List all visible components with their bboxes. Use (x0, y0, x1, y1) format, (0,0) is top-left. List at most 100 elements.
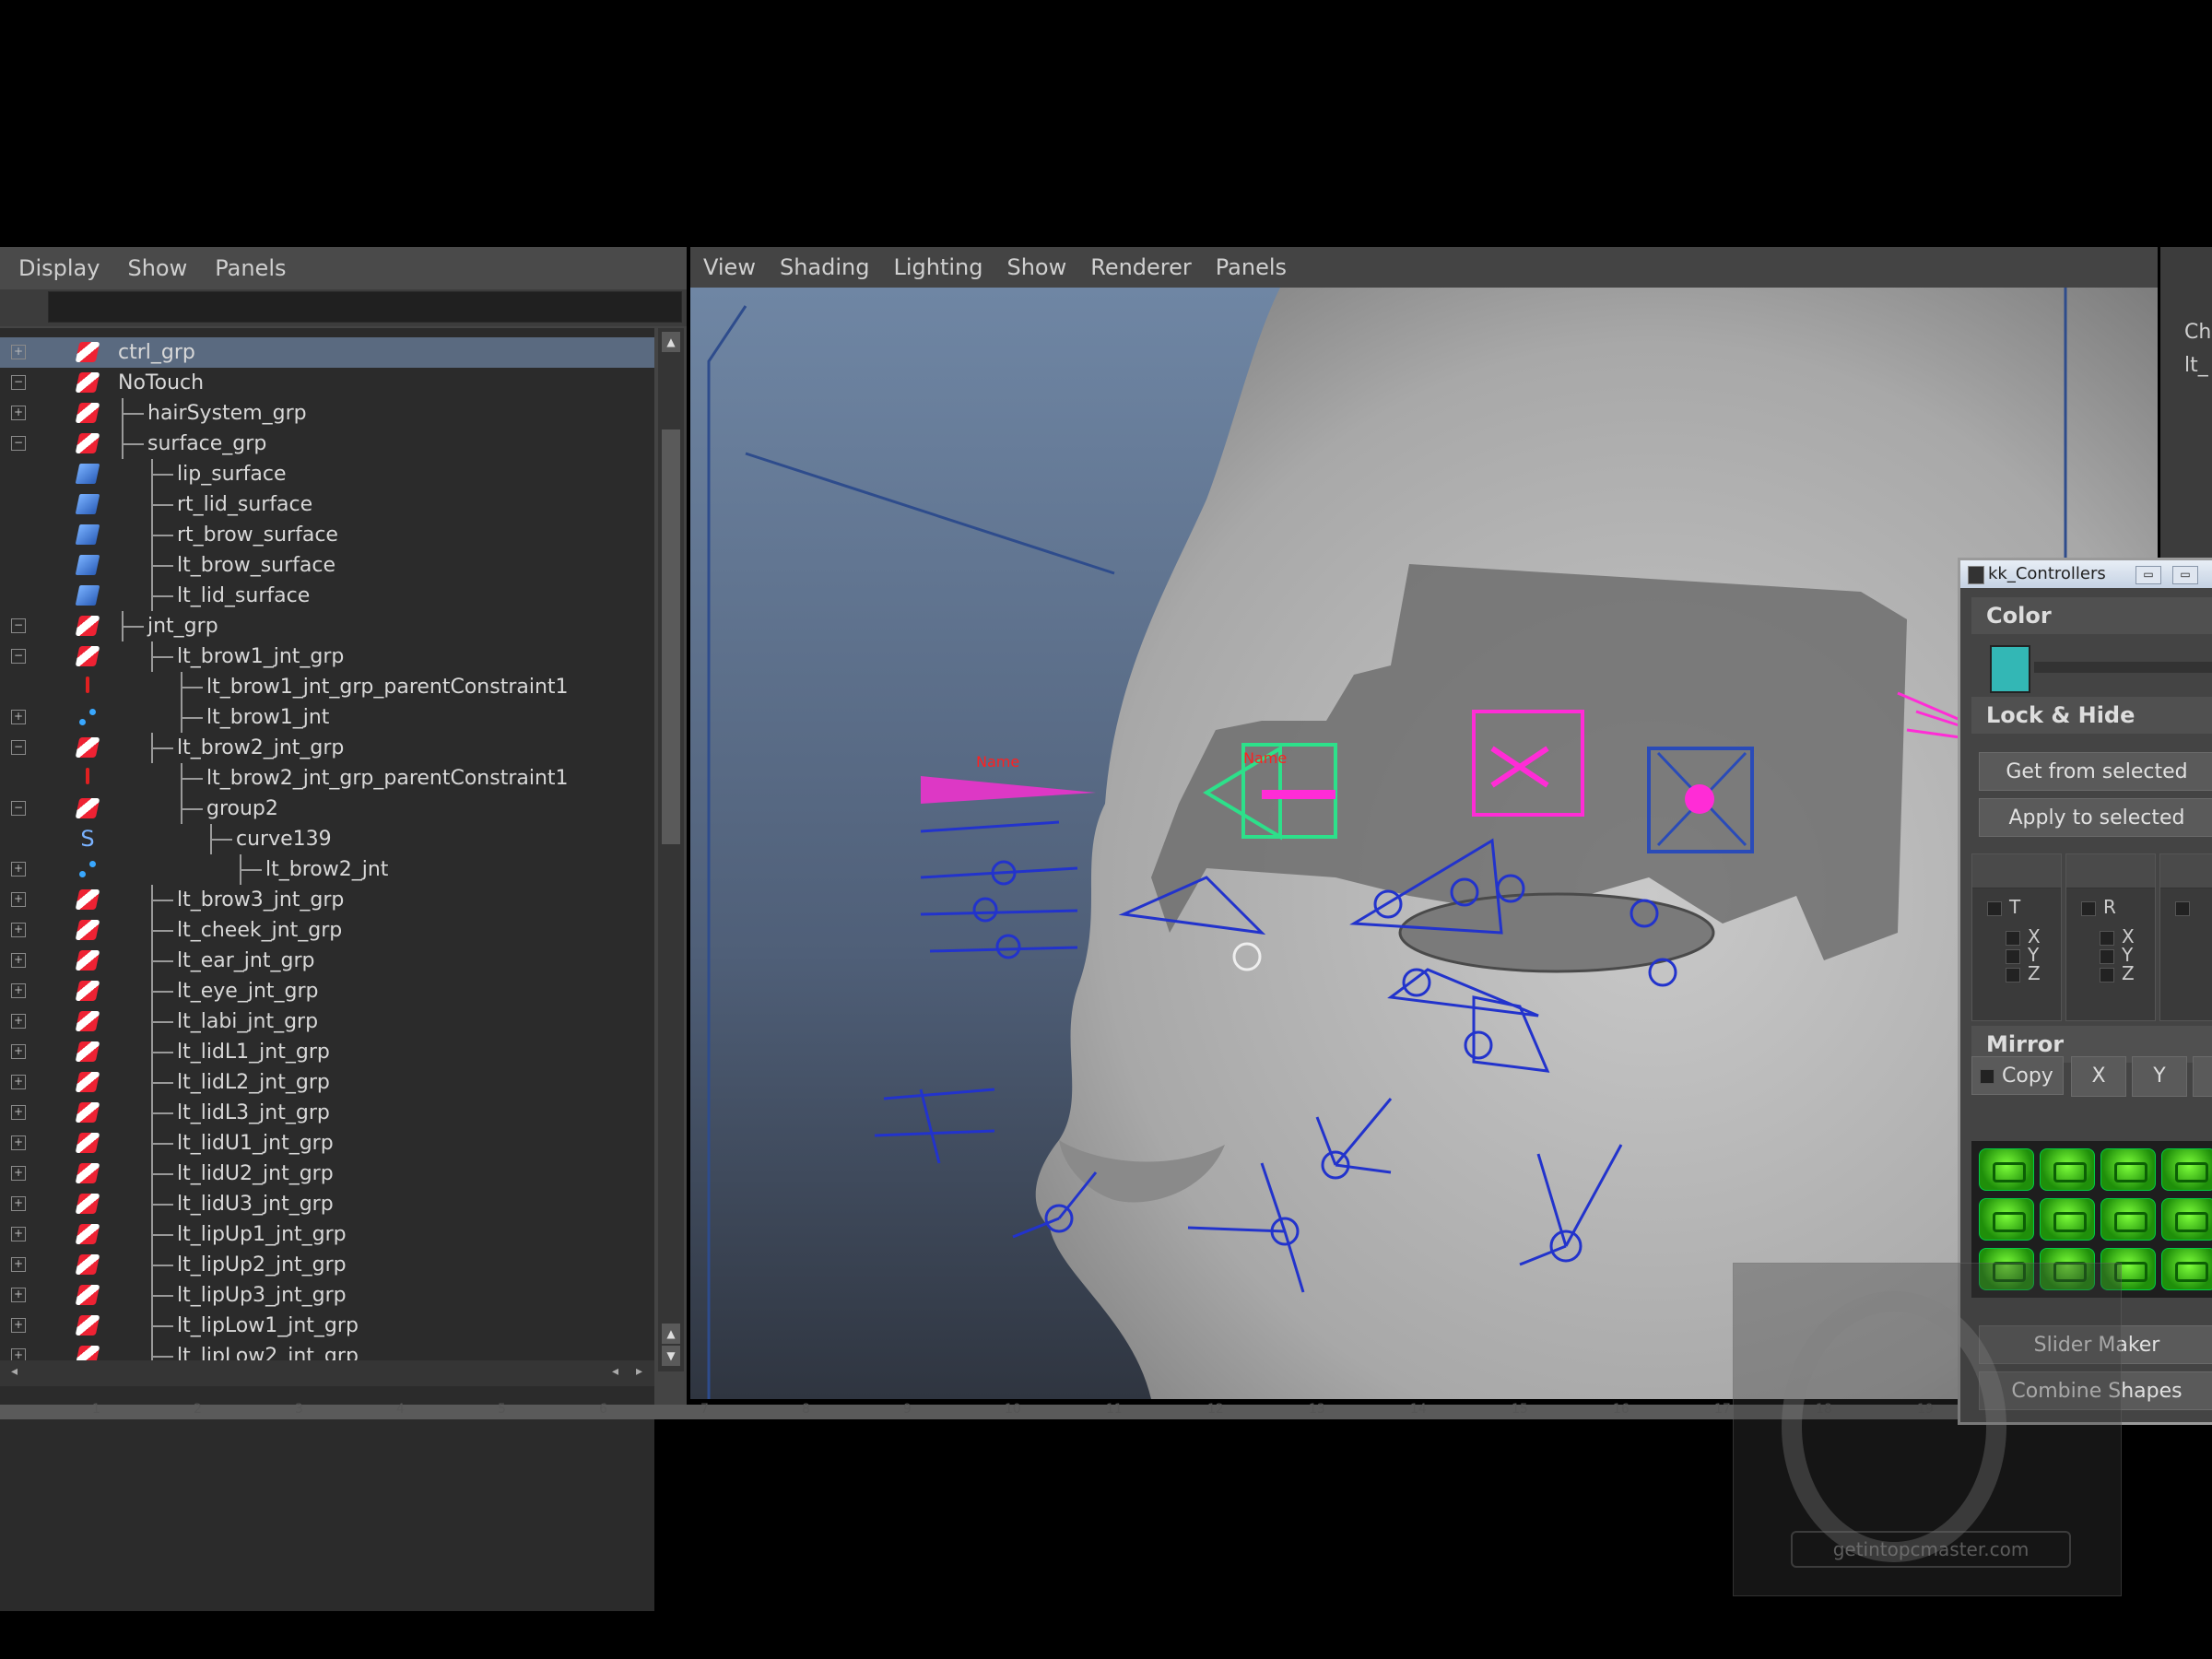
outliner-item[interactable]: Scurve139 (0, 824, 654, 854)
outliner-item[interactable]: − surface_grp (0, 429, 654, 459)
scroll-up-arrow-icon[interactable]: ▲ (662, 332, 680, 352)
outliner-item[interactable]: rt_brow_surface (0, 520, 654, 550)
outliner-item[interactable]: + lt_lidU3_jnt_grp (0, 1189, 654, 1219)
outliner-item[interactable]: + lt_lipLow1_jnt_grp (0, 1311, 654, 1341)
outliner-item[interactable]: lip_surface (0, 459, 654, 489)
outliner-menu-display[interactable]: Display (18, 255, 100, 281)
expand-icon[interactable]: + (11, 1227, 26, 1241)
outliner-item[interactable]: rt_lid_surface (0, 489, 654, 520)
outliner-item[interactable]: + lt_lipUp2_jnt_grp (0, 1250, 654, 1280)
outliner-menu-panels[interactable]: Panels (215, 255, 286, 281)
outliner-item[interactable]: lt_brow1_jnt_grp_parentConstraint1 (0, 672, 654, 702)
expand-icon[interactable]: + (11, 1044, 26, 1059)
outliner-vertical-scrollbar[interactable]: ▲ ▲ ▼ (658, 328, 684, 1371)
expand-icon[interactable]: + (11, 1196, 26, 1211)
mirror-y-button[interactable]: Y (2132, 1056, 2187, 1097)
get-from-selected-button[interactable]: Get from selected (1979, 752, 2212, 791)
outliner-item[interactable]: + lt_brow1_jnt (0, 702, 654, 733)
outliner-item[interactable]: + hairSystem_grp (0, 398, 654, 429)
expand-icon[interactable]: + (11, 1288, 26, 1302)
translate-lock-checkbox[interactable]: T (1972, 888, 2061, 918)
expand-icon[interactable]: + (11, 1135, 26, 1150)
minimize-icon[interactable]: ▭ (2136, 566, 2161, 584)
shape-preset-icon[interactable] (1979, 1148, 2034, 1191)
shape-preset-icon[interactable] (2100, 1148, 2156, 1191)
scroll-right-arrow-icon[interactable]: ▸ (636, 1364, 642, 1379)
translate-x-checkbox[interactable]: X (2006, 927, 2061, 946)
scroll-down-arrow-icon[interactable]: ▼ (662, 1346, 680, 1366)
viewport-menu-renderer[interactable]: Renderer (1090, 254, 1192, 280)
outliner-item[interactable]: lt_brow_surface (0, 550, 654, 581)
shape-preset-icon[interactable] (2161, 1198, 2212, 1241)
shape-preset-icon[interactable] (2040, 1148, 2095, 1191)
shape-preset-icon[interactable] (2161, 1248, 2212, 1290)
outliner-item[interactable]: + lt_lipUp3_jnt_grp (0, 1280, 654, 1311)
translate-y-checkbox[interactable]: Y (2006, 946, 2061, 964)
outliner-item[interactable]: + lt_lidU1_jnt_grp (0, 1128, 654, 1159)
translate-z-checkbox[interactable]: Z (2006, 964, 2061, 982)
mirror-z-button[interactable] (2193, 1056, 2212, 1097)
outliner-item[interactable]: + lt_eye_jnt_grp (0, 976, 654, 1006)
expand-icon[interactable]: + (11, 345, 26, 359)
collapse-icon[interactable]: − (11, 801, 26, 816)
outliner-menu-show[interactable]: Show (127, 255, 187, 281)
collapse-icon[interactable]: − (11, 375, 26, 390)
scroll-left-arrow-icon[interactable]: ◂ (612, 1364, 618, 1379)
outliner-item[interactable]: + lt_labi_jnt_grp (0, 1006, 654, 1037)
outliner-item[interactable]: lt_lid_surface (0, 581, 654, 611)
expand-icon[interactable]: + (11, 1318, 26, 1333)
color-slider[interactable] (2034, 662, 2212, 673)
outliner-item[interactable]: + lt_brow3_jnt_grp (0, 885, 654, 915)
apply-to-selected-button[interactable]: Apply to selected (1979, 798, 2212, 837)
mirror-x-button[interactable]: X (2071, 1056, 2126, 1097)
copy-checkbox[interactable]: Copy (1971, 1056, 2064, 1095)
expand-icon[interactable]: + (11, 1105, 26, 1120)
outliner-item[interactable]: + lt_cheek_jnt_grp (0, 915, 654, 946)
collapse-icon[interactable]: − (11, 436, 26, 451)
color-swatch[interactable] (1990, 645, 2030, 693)
outliner-item[interactable]: + lt_ear_jnt_grp (0, 946, 654, 976)
expand-icon[interactable]: + (11, 406, 26, 420)
viewport-menu-panels[interactable]: Panels (1216, 254, 1287, 280)
lock-hide-section-header[interactable]: Lock & Hide (1971, 697, 2212, 734)
collapse-icon[interactable]: − (11, 740, 26, 755)
collapse-icon[interactable]: − (11, 618, 26, 633)
outliner-item[interactable]: + lt_lidU2_jnt_grp (0, 1159, 654, 1189)
collapse-icon[interactable]: − (11, 649, 26, 664)
rotate-lock-checkbox[interactable]: R (2066, 888, 2155, 918)
shape-preset-icon[interactable] (1979, 1198, 2034, 1241)
scroll-left-arrow-icon[interactable]: ◂ (11, 1364, 18, 1379)
expand-icon[interactable]: + (11, 710, 26, 724)
scroll-up-arrow-icon[interactable]: ▲ (662, 1324, 680, 1344)
controllers-titlebar[interactable]: kk_Controllers ▭ ▭ (1960, 560, 2212, 588)
shape-preset-icon[interactable] (2100, 1198, 2156, 1241)
expand-icon[interactable]: + (11, 862, 26, 877)
outliner-item[interactable]: − group2 (0, 794, 654, 824)
outliner-item[interactable]: lt_brow2_jnt_grp_parentConstraint1 (0, 763, 654, 794)
outliner-horizontal-scrollbar[interactable]: ◂ ◂ ▸ (0, 1360, 654, 1386)
outliner-item[interactable]: − jnt_grp (0, 611, 654, 641)
rotate-y-checkbox[interactable]: Y (2100, 946, 2155, 964)
expand-icon[interactable]: + (11, 983, 26, 998)
3d-scene-view[interactable]: Name Name (690, 288, 2158, 1399)
outliner-item[interactable]: + lt_lidL1_jnt_grp (0, 1037, 654, 1067)
shape-preset-icon[interactable] (2040, 1198, 2095, 1241)
outliner-item[interactable]: + lt_lipUp1_jnt_grp (0, 1219, 654, 1250)
viewport-menu-show[interactable]: Show (1006, 254, 1066, 280)
outliner-item[interactable]: − NoTouch (0, 368, 654, 398)
color-section-header[interactable]: Color (1971, 597, 2212, 634)
rotate-x-checkbox[interactable]: X (2100, 927, 2155, 946)
scale-lock-checkbox[interactable] (2175, 900, 2190, 916)
rotate-z-checkbox[interactable]: Z (2100, 964, 2155, 982)
outliner-item[interactable]: + lt_brow2_jnt (0, 854, 654, 885)
outliner-item[interactable]: + lt_lidL3_jnt_grp (0, 1098, 654, 1128)
maximize-icon[interactable]: ▭ (2172, 566, 2198, 584)
outliner-filter-input[interactable] (48, 291, 682, 323)
viewport-menu-lighting[interactable]: Lighting (893, 254, 982, 280)
scroll-thumb[interactable] (662, 429, 680, 844)
expand-icon[interactable]: + (11, 1166, 26, 1181)
shape-preset-icon[interactable] (2161, 1148, 2212, 1191)
viewport-menu-shading[interactable]: Shading (780, 254, 870, 280)
expand-icon[interactable]: + (11, 923, 26, 937)
outliner-item[interactable]: − lt_brow2_jnt_grp (0, 733, 654, 763)
